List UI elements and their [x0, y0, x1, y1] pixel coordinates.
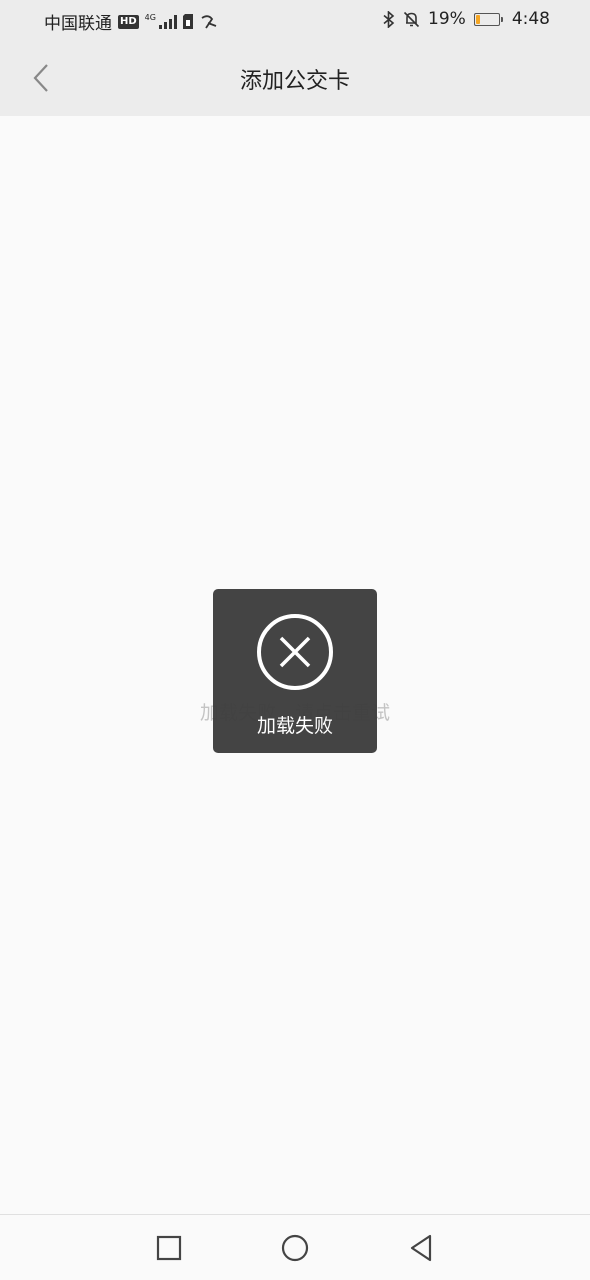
system-back-button[interactable] — [404, 1231, 438, 1265]
status-right: 19% 4:48 — [383, 9, 550, 29]
page-title: 添加公交卡 — [239, 69, 350, 94]
recent-apps-button[interactable] — [152, 1231, 186, 1265]
back-icon — [410, 1234, 432, 1262]
home-icon — [281, 1234, 309, 1262]
battery-icon — [473, 12, 503, 26]
recent-apps-icon — [156, 1235, 182, 1261]
close-circle-icon — [257, 614, 333, 690]
data-icon — [199, 14, 217, 29]
toast-message: 加载失败 — [256, 715, 333, 737]
battery-percent: 19% — [428, 9, 466, 29]
header: 添加公交卡 — [0, 40, 590, 116]
error-toast: 加载失败 — [213, 589, 377, 753]
signal-icon — [158, 14, 177, 29]
system-navigation-bar — [0, 1214, 590, 1280]
clock: 4:48 — [511, 9, 550, 29]
carrier-name: 中国联通 — [44, 14, 112, 34]
bluetooth-icon — [383, 10, 395, 28]
hd-icon: HD — [118, 14, 139, 29]
mute-bell-icon — [403, 11, 420, 28]
status-left: 中国联通 HD 4G — [44, 9, 217, 34]
home-button[interactable] — [278, 1231, 312, 1265]
network-type: 4G — [144, 12, 156, 22]
status-bar: 中国联通 HD 4G 19% 4:48 — [0, 0, 590, 40]
sim-icon — [182, 14, 193, 29]
battery-level — [475, 14, 480, 24]
